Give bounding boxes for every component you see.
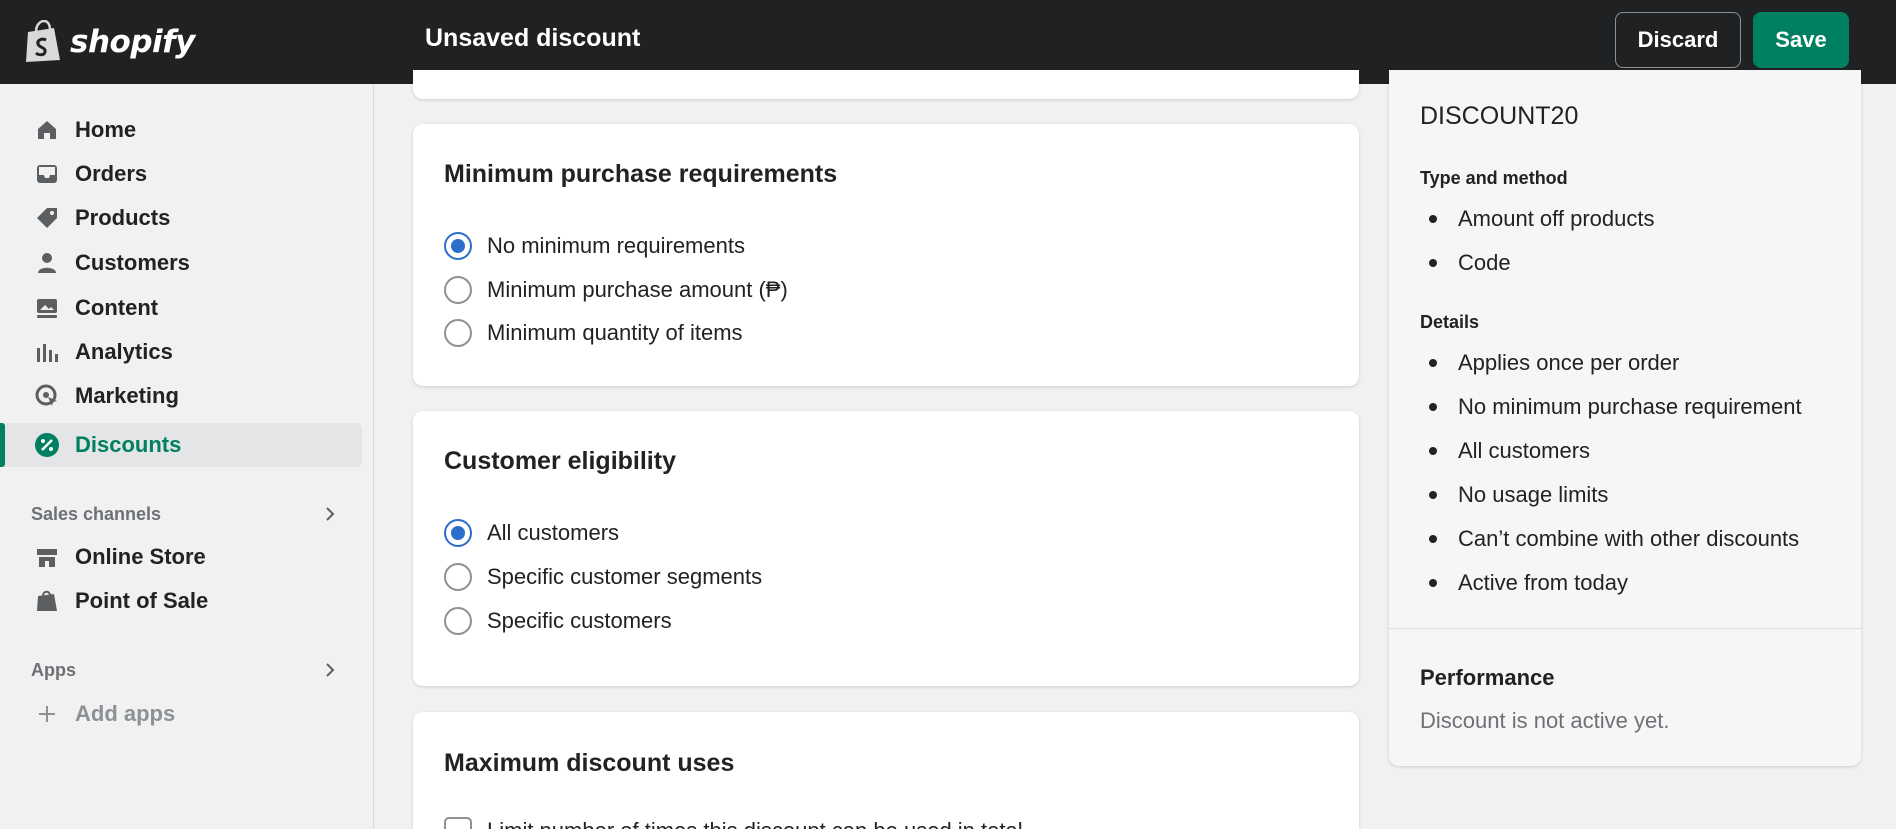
radio-no-minimum[interactable]: No minimum requirements	[444, 231, 745, 261]
list-item: Code	[1420, 241, 1655, 285]
home-icon	[34, 117, 60, 143]
sidebar-item-label: Analytics	[75, 339, 173, 364]
radio-minimum-amount[interactable]: Minimum purchase amount (₱)	[444, 275, 788, 305]
list-item: No usage limits	[1420, 473, 1802, 517]
pos-bag-icon	[34, 588, 60, 614]
radio-label: Minimum quantity of items	[487, 320, 743, 345]
sidebar-item-products[interactable]: Products	[0, 196, 362, 240]
card-title: Maximum discount uses	[444, 749, 735, 777]
target-icon	[34, 383, 60, 409]
type-method-heading: Type and method	[1420, 168, 1568, 188]
radio-customer-segments[interactable]: Specific customer segments	[444, 562, 762, 592]
list-item: Amount off products	[1420, 197, 1655, 241]
details-heading: Details	[1420, 312, 1480, 332]
radio-label: No minimum requirements	[487, 233, 745, 258]
page-title: Unsaved discount	[425, 24, 641, 52]
customer-eligibility-card: Customer eligibility All customers Speci…	[413, 411, 1359, 686]
chevron-right-icon[interactable]	[322, 506, 338, 522]
details-list: Applies once per order No minimum purcha…	[1420, 341, 1802, 605]
shopify-bag-icon	[26, 20, 60, 62]
image-icon	[34, 295, 60, 321]
tag-icon	[34, 205, 60, 231]
radio-label: Specific customers	[487, 608, 672, 633]
maximum-uses-card: Maximum discount uses Limit number of ti…	[413, 712, 1359, 829]
radio-button[interactable]	[444, 607, 472, 635]
shopify-wordmark: shopify	[70, 24, 195, 60]
discount-badge-icon	[34, 432, 60, 458]
sidebar-item-analytics[interactable]: Analytics	[0, 330, 362, 374]
radio-button[interactable]	[444, 519, 472, 547]
radio-button[interactable]	[444, 563, 472, 591]
sidebar-item-marketing[interactable]: Marketing	[0, 374, 362, 418]
sidebar-item-home[interactable]: Home	[0, 108, 362, 152]
discount-code-title: DISCOUNT20	[1420, 102, 1579, 130]
sidebar-item-online-store[interactable]: Online Store	[0, 535, 362, 579]
chevron-right-icon[interactable]	[322, 662, 338, 678]
plus-icon	[34, 701, 60, 727]
bar-chart-icon	[34, 339, 60, 365]
list-item: Can’t combine with other discounts	[1420, 517, 1802, 561]
card-title: Minimum purchase requirements	[444, 160, 838, 188]
type-method-list: Amount off products Code	[1420, 197, 1655, 285]
sidebar-item-label: Discounts	[75, 432, 182, 457]
radio-button[interactable]	[444, 319, 472, 347]
sales-channels-heading[interactable]: Sales channels	[31, 504, 161, 525]
sidebar-item-label: Orders	[75, 161, 148, 186]
radio-button[interactable]	[444, 232, 472, 260]
list-item: Applies once per order	[1420, 341, 1802, 385]
sidebar-item-discounts[interactable]: Discounts	[0, 423, 362, 467]
sidebar-item-orders[interactable]: Orders	[0, 152, 362, 196]
discard-button[interactable]: Discard	[1615, 12, 1741, 68]
checkbox[interactable]	[444, 817, 472, 829]
card-title: Customer eligibility	[444, 447, 676, 475]
sidebar-item-point-of-sale[interactable]: Point of Sale	[0, 579, 362, 623]
radio-label: Specific customer segments	[487, 564, 763, 589]
inbox-icon	[34, 161, 60, 187]
radio-all-customers[interactable]: All customers	[444, 518, 619, 548]
store-icon	[34, 544, 60, 570]
radio-specific-customers[interactable]: Specific customers	[444, 606, 672, 636]
sidebar-item-label: Products	[75, 205, 171, 230]
radio-label: Minimum purchase amount (₱)	[487, 277, 788, 302]
sidebar-item-label: Home	[75, 117, 137, 142]
sidebar: Home Orders Products Customers Content A…	[0, 84, 374, 829]
radio-button[interactable]	[444, 276, 472, 304]
sidebar-item-label: Customers	[75, 250, 190, 275]
checkbox-label: Limit number of times this discount can …	[487, 818, 1023, 829]
sidebar-item-customers[interactable]: Customers	[0, 241, 362, 285]
minimum-purchase-card: Minimum purchase requirements No minimum…	[413, 124, 1359, 386]
sidebar-item-label: Online Store	[75, 544, 206, 569]
performance-status-text: Discount is not active yet.	[1420, 708, 1670, 733]
performance-title: Performance	[1420, 665, 1555, 690]
list-item: Active from today	[1420, 561, 1802, 605]
list-item: No minimum purchase requirement	[1420, 385, 1802, 429]
radio-label: All customers	[487, 520, 620, 545]
divider	[1389, 628, 1861, 629]
previous-card-bottom	[413, 70, 1359, 99]
list-item: All customers	[1420, 429, 1802, 473]
sidebar-item-label: Content	[75, 295, 159, 320]
apps-heading[interactable]: Apps	[31, 660, 76, 681]
sidebar-item-add-apps[interactable]: Add apps	[0, 692, 362, 736]
sidebar-item-label: Marketing	[75, 383, 179, 408]
summary-panel: DISCOUNT20 Type and method Amount off pr…	[1389, 70, 1861, 766]
sidebar-item-label: Point of Sale	[75, 588, 209, 613]
sidebar-item-content[interactable]: Content	[0, 286, 362, 330]
sidebar-item-label: Add apps	[75, 701, 176, 726]
checkbox-limit-total-uses[interactable]: Limit number of times this discount can …	[444, 816, 1023, 829]
radio-minimum-quantity[interactable]: Minimum quantity of items	[444, 318, 743, 348]
person-icon	[34, 250, 60, 276]
save-button[interactable]: Save	[1753, 12, 1849, 68]
shopify-logo[interactable]: shopify	[24, 16, 195, 68]
